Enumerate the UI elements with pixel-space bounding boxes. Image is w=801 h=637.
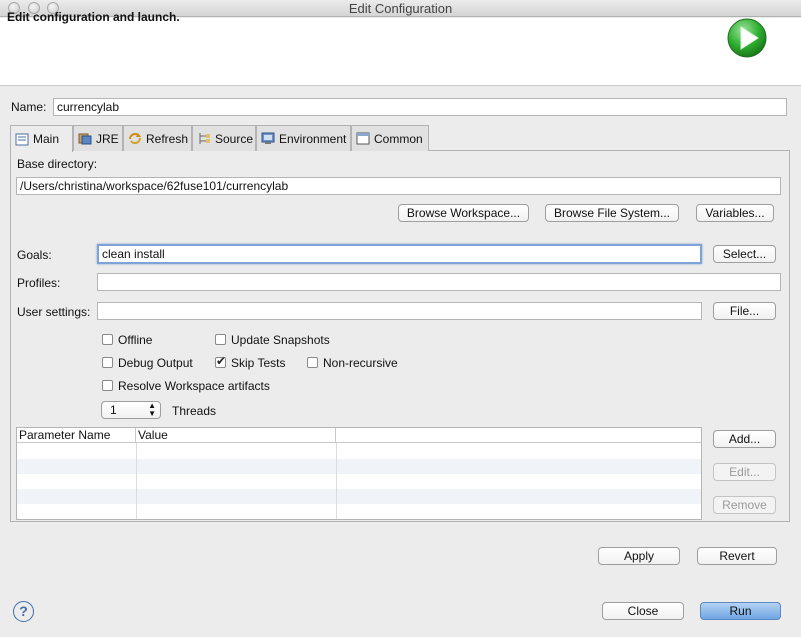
profiles-label: Profiles: <box>17 276 61 290</box>
help-icon[interactable]: ? <box>13 601 34 622</box>
browse-workspace-button[interactable]: Browse Workspace... <box>398 204 529 222</box>
dialog-header <box>0 18 801 86</box>
tab-common-label: Common <box>374 131 423 146</box>
refresh-icon <box>129 133 141 144</box>
base-directory-label: Base directory: <box>17 157 98 171</box>
remove-parameter-button[interactable]: Remove <box>713 496 776 514</box>
tab-jre[interactable]: JRE <box>73 125 123 151</box>
skip-tests-checkbox[interactable] <box>215 354 226 368</box>
name-field[interactable]: currencylab <box>53 98 787 116</box>
table-row <box>17 504 701 519</box>
tab-refresh-label: Refresh <box>146 131 189 146</box>
offline-checkbox[interactable] <box>102 334 113 345</box>
table-row <box>17 489 701 504</box>
skip-tests-label: Skip Tests <box>231 356 286 370</box>
browse-file-system-button[interactable]: Browse File System... <box>545 204 679 222</box>
tab-refresh[interactable]: Refresh <box>123 125 192 151</box>
column-divider <box>336 443 337 519</box>
variables-button[interactable]: Variables... <box>696 204 774 222</box>
main-tab-icon <box>15 133 29 145</box>
tab-environment-label: Environment <box>279 131 347 146</box>
column-divider <box>136 443 137 519</box>
file-button[interactable]: File... <box>713 302 776 320</box>
environment-icon <box>261 132 275 144</box>
table-row <box>17 474 701 489</box>
debug-output-label: Debug Output <box>118 356 193 370</box>
edit-parameter-button[interactable]: Edit... <box>713 463 776 481</box>
user-settings-label: User settings: <box>17 305 91 319</box>
apply-button[interactable]: Apply <box>598 547 680 565</box>
update-snapshots-label: Update Snapshots <box>231 333 330 347</box>
update-snapshots-checkbox[interactable] <box>215 334 226 345</box>
tab-source[interactable]: Source <box>192 125 256 151</box>
table-row <box>17 459 701 474</box>
jre-icon <box>78 133 92 145</box>
close-button[interactable]: Close <box>602 602 684 620</box>
threads-value: 1 <box>110 403 117 417</box>
threads-select[interactable]: 1 ▲ ▼ <box>101 401 161 419</box>
non-recursive-label: Non-recursive <box>323 356 398 370</box>
tab-main[interactable]: Main <box>10 125 73 152</box>
user-settings-field[interactable] <box>97 302 702 320</box>
source-icon <box>199 133 210 144</box>
tab-jre-label: JRE <box>96 131 119 146</box>
base-directory-field[interactable]: /Users/christina/workspace/62fuse101/cur… <box>16 177 781 195</box>
non-recursive-checkbox[interactable] <box>307 357 318 368</box>
add-parameter-button[interactable]: Add... <box>713 430 776 448</box>
threads-label: Threads <box>172 404 217 418</box>
goals-label: Goals: <box>17 248 52 262</box>
offline-label: Offline <box>118 333 153 347</box>
resolve-workspace-checkbox[interactable] <box>102 380 113 391</box>
debug-output-checkbox[interactable] <box>102 357 113 368</box>
parameter-table[interactable]: Parameter Name Value <box>16 427 702 520</box>
select-goals-button[interactable]: Select... <box>713 245 776 263</box>
tab-environment[interactable]: Environment <box>256 125 351 151</box>
stepper-arrows-icon: ▲ ▼ <box>148 401 156 418</box>
table-row <box>17 444 701 459</box>
column-header-parameter-name[interactable]: Parameter Name <box>17 428 136 443</box>
tab-source-label: Source <box>215 131 254 146</box>
profiles-field[interactable] <box>97 273 781 291</box>
revert-button[interactable]: Revert <box>697 547 777 565</box>
name-label: Name: <box>11 100 47 114</box>
column-header-empty <box>336 428 701 443</box>
tab-common[interactable]: Common <box>351 125 429 151</box>
header-title: Edit configuration and launch. <box>7 10 180 24</box>
goals-field[interactable]: clean install <box>97 244 702 264</box>
tab-main-label: Main <box>33 132 60 146</box>
run-launch-icon <box>727 18 767 58</box>
run-button[interactable]: Run <box>700 602 781 620</box>
column-header-value[interactable]: Value <box>136 428 336 443</box>
common-icon <box>356 132 370 145</box>
resolve-workspace-label: Resolve Workspace artifacts <box>118 379 270 393</box>
